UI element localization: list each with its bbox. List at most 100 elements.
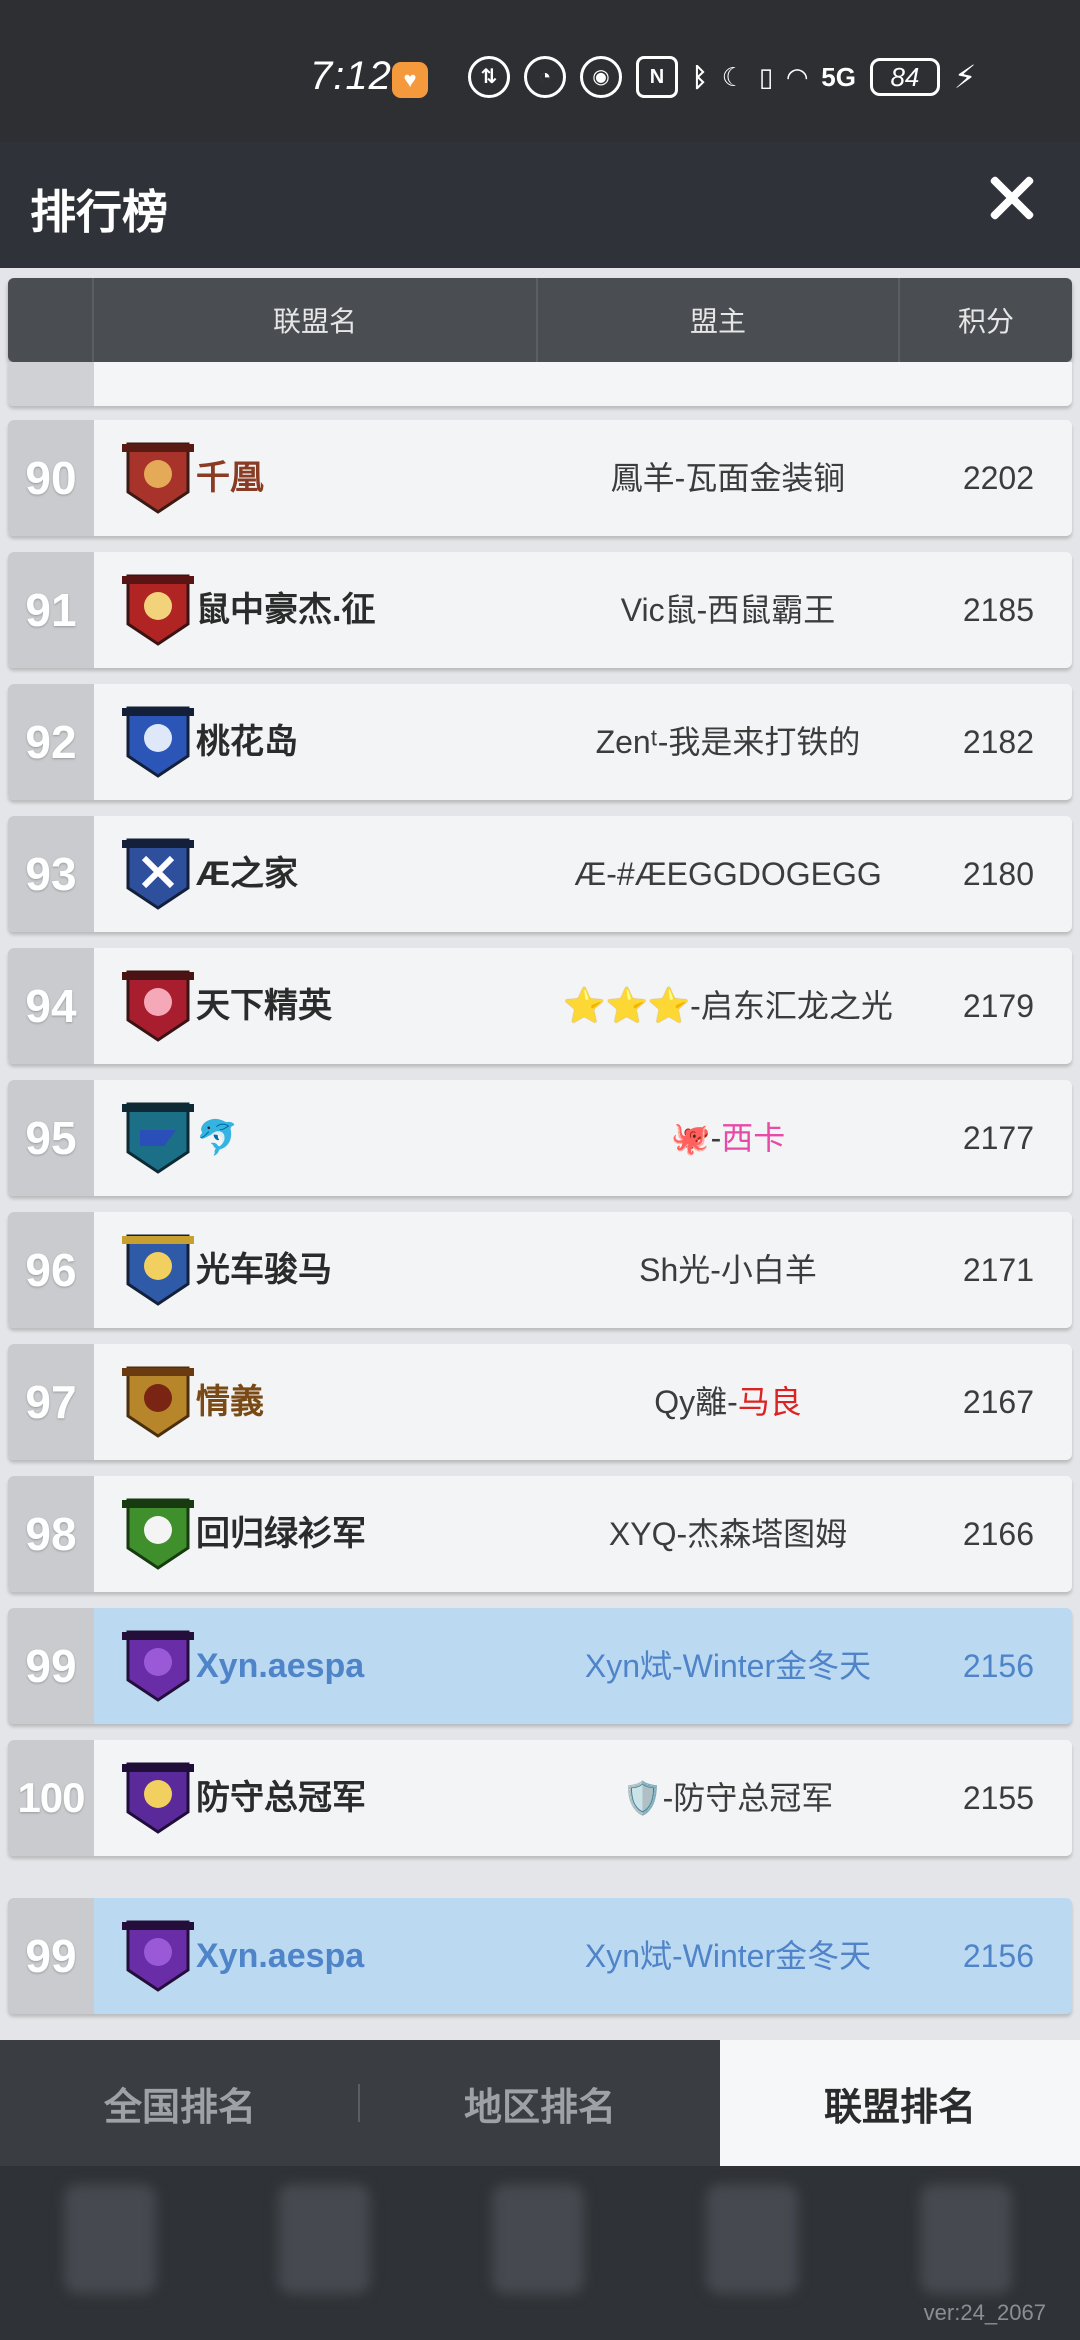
vibrate-icon: ▯ [758, 61, 774, 92]
row-rank: 92 [8, 684, 94, 800]
table-header: 联盟名 盟主 积分 [8, 278, 1072, 362]
alliance-score: 2202 [962, 460, 1034, 496]
alliance-emblem-icon [122, 706, 194, 778]
app-notification-icon: ♥ [392, 62, 428, 98]
version-label: ver:24_2067 [923, 2300, 1046, 2325]
alliance-name: 光车骏马 [196, 1251, 332, 1289]
eye-icon: ◉ [580, 56, 622, 98]
status-time: 7:12 [310, 54, 392, 98]
row-rank: 95 [8, 1080, 94, 1196]
table-row[interactable]: 91 鼠中豪杰.征 Vic鼠-西鼠霸王 2185 [8, 552, 1072, 668]
bluetooth-icon: ᛒ [692, 61, 708, 92]
shield-icon: 🛡️ [622, 1780, 663, 1816]
cell-signal-icon: 5G [821, 61, 856, 92]
alliance-emblem-icon [122, 1234, 194, 1306]
alliance-emblem-icon [122, 1366, 194, 1438]
alliance-name: 情義 [196, 1383, 264, 1421]
table-row[interactable]: 94 天下精英 ⭐⭐⭐-启东汇龙之光 2179 [8, 948, 1072, 1064]
status-bar: 7:12 ♥ ⇅ ◔ ◉ N ᛒ ☾ ▯ ◠ 5G 84 ⚡ [0, 0, 1080, 142]
table-row[interactable]: 90 千凰 鳳羊-瓦面金装锏 2202 [8, 420, 1072, 536]
my-alliance-row[interactable]: 99 Xyn.aespa Xyn烒-Winter金冬天 2156 [8, 1898, 1072, 2014]
column-alliance-name: 联盟名 [94, 278, 538, 362]
leader-name: Qy離-马良 [654, 1384, 802, 1420]
star-icons: ⭐⭐⭐ [563, 987, 691, 1025]
alliance-name: Xyn.aespa [196, 1647, 365, 1685]
row-rank: 94 [8, 948, 94, 1064]
alliance-emblem-icon [122, 1762, 194, 1834]
column-score: 积分 [957, 306, 1014, 337]
alliance-name: 回归绿衫军 [196, 1515, 366, 1553]
table-row[interactable]: 97 情義 Qy離-马良 2167 [8, 1344, 1072, 1460]
table-row[interactable]: 95 🐬 🐙-西卡 2177 [8, 1080, 1072, 1196]
column-leader: 盟主 [538, 278, 900, 362]
alliance-score: 2185 [962, 592, 1034, 628]
leader-name: ⭐⭐⭐-启东汇龙之光 [563, 987, 893, 1025]
table-row[interactable]: 98 回归绿衫军 XYQ-杰森塔图姆 2166 [8, 1476, 1072, 1592]
column-rank [8, 278, 94, 362]
moon-icon: ☾ [721, 61, 745, 92]
row-rank: 91 [8, 552, 94, 668]
alliance-emblem-icon [122, 1630, 194, 1702]
leader-name: Sh光-小白羊 [639, 1252, 817, 1288]
alliance-name: 防守总冠军 [196, 1779, 366, 1817]
alliance-score: 2156 [962, 1648, 1034, 1684]
alliance-name: Æ之家 [196, 855, 298, 893]
leader-name: 鳳羊-瓦面金装锏 [610, 460, 846, 496]
charging-icon: ⚡ [953, 59, 977, 95]
alliance-score: 2155 [962, 1780, 1034, 1816]
table-row[interactable]: 100 防守总冠军 🛡️-防守总冠军 2155 [8, 1740, 1072, 1856]
leader-name: Xyn烒-Winter金冬天 [584, 1938, 872, 1974]
leader-name: 🛡️-防守总冠军 [622, 1780, 834, 1816]
alliance-score: 2171 [962, 1252, 1034, 1288]
alliance-emblem-icon [122, 1102, 194, 1174]
table-row-partial [8, 362, 1072, 406]
alliance-emblem-icon [122, 970, 194, 1042]
row-rank: 97 [8, 1344, 94, 1460]
tab-alliance-ranking[interactable]: 联盟排名 [720, 2040, 1080, 2166]
alliance-score: 2180 [962, 856, 1034, 892]
row-rank: 99 [8, 1898, 94, 2014]
row-rank: 98 [8, 1476, 94, 1592]
close-icon[interactable] [982, 168, 1042, 228]
alliance-name: Xyn.aespa [196, 1937, 365, 1975]
table-row[interactable]: 93 Æ之家 Æ-#ÆEGGDOGEGG 2180 [8, 816, 1072, 932]
battery-icon: 84 [869, 58, 940, 96]
leader-name: 🐙-西卡 [670, 1120, 786, 1156]
tab-regional-ranking[interactable]: 地区排名 [360, 2040, 720, 2166]
row-rank: 99 [8, 1608, 94, 1724]
leader-name: XYQ-杰森塔图姆 [608, 1516, 848, 1552]
octopus-icon: 🐙 [670, 1120, 711, 1156]
alliance-name: 🐬 [196, 1119, 239, 1157]
alliance-emblem-icon [122, 1498, 194, 1570]
alliance-emblem-icon [122, 1920, 194, 1992]
status-icons: ⇅ ◔ ◉ N ᛒ ☾ ▯ ◠ 5G 84 ⚡ [468, 56, 976, 98]
nfc-icon: N [636, 56, 678, 98]
row-rank: 96 [8, 1212, 94, 1328]
header: 排行榜 [0, 142, 1080, 268]
row-rank: 100 [8, 1740, 94, 1856]
row-rank: 93 [8, 816, 94, 932]
table-row-highlighted[interactable]: 99 Xyn.aespa Xyn烒-Winter金冬天 2156 [8, 1608, 1072, 1724]
ranking-tabs: 全国排名 地区排名 联盟排名 [0, 2040, 1080, 2166]
leader-name: Vic鼠-西鼠霸王 [620, 592, 836, 628]
leader-name: Zenᵗ-我是来打铁的 [595, 724, 861, 760]
speedometer-icon: ◔ [524, 56, 566, 98]
leader-name: Æ-#ÆEGGDOGEGG [574, 856, 882, 892]
alliance-name: 天下精英 [196, 987, 332, 1025]
alliance-emblem-icon [122, 838, 194, 910]
alliance-score: 2179 [962, 988, 1034, 1024]
leader-name: Xyn烒-Winter金冬天 [584, 1648, 872, 1684]
alliance-score: 2166 [962, 1516, 1034, 1552]
alliance-name: 桃花岛 [196, 723, 298, 761]
alliance-emblem-icon [122, 442, 194, 514]
table-row[interactable]: 96 光车骏马 Sh光-小白羊 2171 [8, 1212, 1072, 1328]
data-saver-icon: ⇅ [468, 56, 510, 98]
alliance-score: 2177 [962, 1120, 1034, 1156]
page-title: 排行榜 [30, 186, 168, 238]
bottom-nav-background: ver:24_2067 [0, 2166, 1080, 2340]
row-rank: 90 [8, 420, 94, 536]
table-row[interactable]: 92 桃花岛 Zenᵗ-我是来打铁的 2182 [8, 684, 1072, 800]
alliance-score: 2182 [962, 724, 1034, 760]
tab-national-ranking[interactable]: 全国排名 [0, 2040, 360, 2166]
wifi-icon: ◠ [787, 61, 808, 92]
